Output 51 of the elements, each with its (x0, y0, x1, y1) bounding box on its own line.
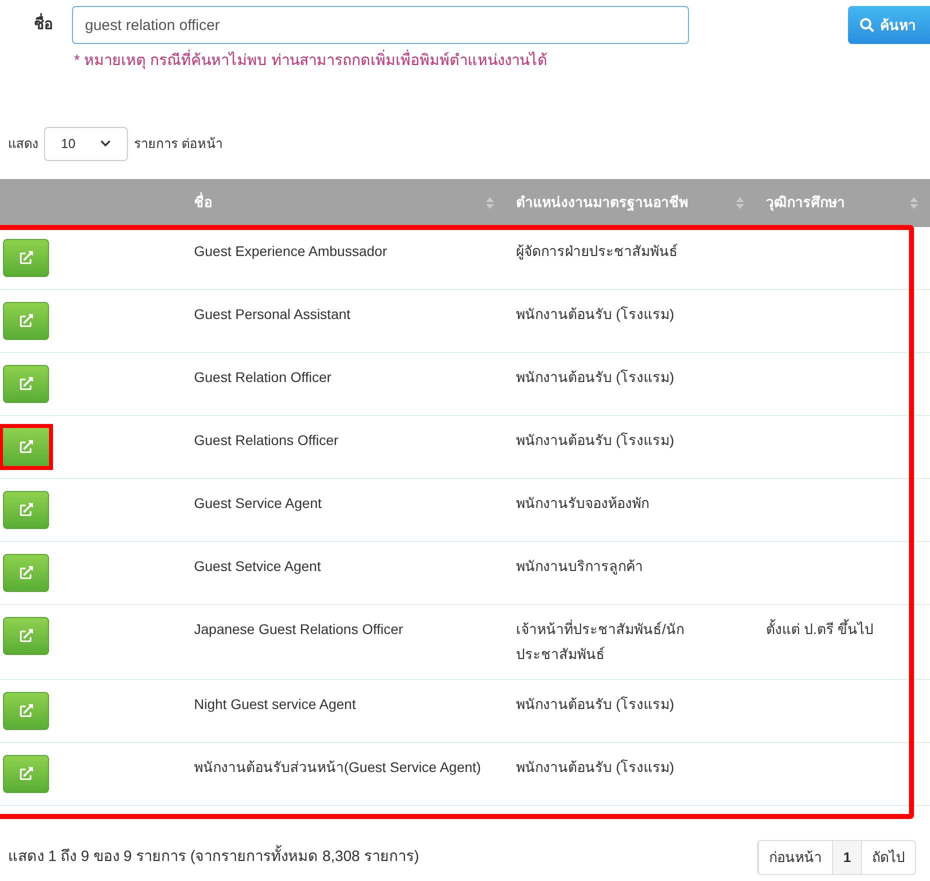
show-label: แสดง (8, 134, 38, 153)
page-link[interactable]: 1 (832, 840, 861, 874)
external-link-icon (20, 377, 32, 390)
open-button[interactable] (3, 692, 49, 730)
external-link-icon (20, 314, 32, 327)
sort-icon (486, 196, 494, 208)
table-cell-text: Guest Personal Assistant (194, 304, 352, 324)
external-link-icon (20, 629, 32, 642)
open-button[interactable] (3, 616, 49, 654)
external-link-icon (20, 503, 32, 516)
caret-icon (100, 138, 111, 149)
page-link[interactable]: ถัดไป (861, 840, 915, 874)
table-cell-text: เจ้าหน้าที่ประชาสัมพันธ์/นักประชาสัมพันธ์ (515, 618, 685, 664)
external-link-icon (20, 440, 32, 453)
table-cell-text: พนักงานต้อนรับส่วนหน้า(Guest Service Agent) (194, 758, 482, 777)
table-cell-text: พนักงานรับจองห้องพัก (515, 494, 650, 512)
table-cell-text: ผู้จัดการฝ่ายประชาสัมพันธ์ (515, 242, 679, 262)
external-link-icon (20, 704, 32, 717)
table-cell-text: พนักงานต้อนรับ (โรงแรม) (515, 368, 676, 387)
external-link-icon (20, 566, 32, 579)
open-button[interactable] (3, 364, 49, 402)
table-cell-text: Japanese Guest Relations Officer (194, 620, 404, 639)
table-cell-text: ตั้งแต่ ป.ตรี ขึ้นไป (765, 618, 875, 638)
table-cell-text: Guest Service Agent (194, 494, 323, 513)
table-cell-text: พนักงานบริการลูกค้า (515, 556, 644, 577)
per-page-label: รายการ ต่อหน้า (134, 134, 223, 153)
search-field[interactable]: guest relation officer (72, 6, 689, 44)
table-cell-text: Guest Relation Officer (194, 368, 332, 386)
external-link-icon (20, 767, 32, 780)
open-button[interactable] (3, 302, 49, 340)
name-label: ชื่อ (34, 14, 72, 36)
table-cell-text: Guest Setvice Agent (194, 556, 322, 576)
table-cell-text: Guest Experience Ambussador (194, 242, 388, 261)
table-cell-text: Night Guest service Agent (194, 694, 357, 714)
summary-text: แสดง 1 ถึง 9 ของ 9 รายการ (จากรายการทั้งหมด 8,308 รายการ) (8, 846, 420, 868)
open-button[interactable] (0, 424, 53, 470)
sort-icon (736, 196, 744, 208)
table-cell-text: พนักงานต้อนรับ (โรงแรม) (515, 758, 676, 777)
sort-icon (910, 196, 918, 208)
open-button[interactable] (3, 490, 49, 528)
table-cell-text: พนักงานต้อนรับ (โรงแรม) (515, 430, 676, 450)
table-cell-text: พนักงานต้อนรับ (โรงแรม) (515, 304, 676, 324)
page-size-select[interactable]: 10 (44, 126, 128, 160)
open-button[interactable] (3, 554, 49, 592)
search-icon (860, 18, 874, 32)
table-cell-text: Guest Relations Officer (194, 430, 340, 450)
open-button[interactable] (3, 238, 49, 276)
note-text: * หมายเหตุ กรณีที่ค้นหาไม่พบ ท่านสามารถกดเพิ่มเพื่อพิมพ์ตำแหน่งงานได้ (74, 50, 930, 72)
external-link-icon (20, 251, 32, 264)
table-cell-text: พนักงานต้อนรับ (โรงแรม) (515, 694, 676, 714)
open-button[interactable] (3, 754, 49, 792)
